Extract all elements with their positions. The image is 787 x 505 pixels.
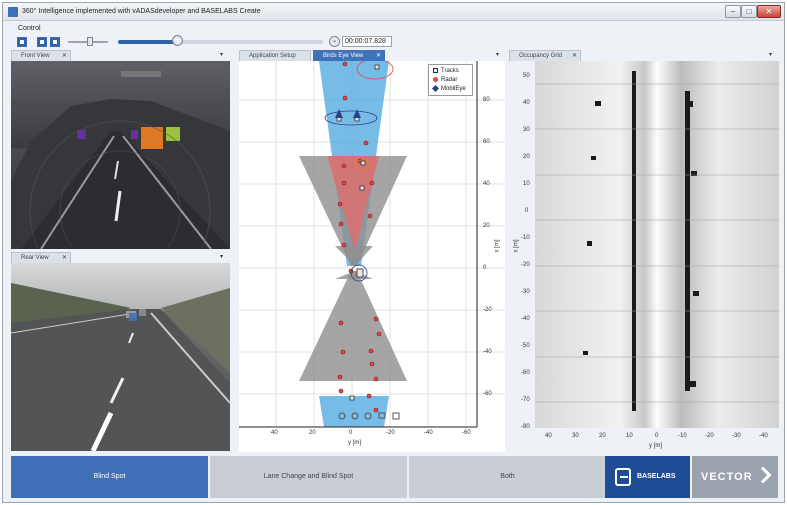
bev-x-tick: -40	[483, 349, 492, 355]
bev-legend: Tracks Radar MobilEye	[428, 64, 473, 96]
og-x-tick: -20	[521, 262, 530, 268]
vector-logo-text: VECTOR	[701, 471, 753, 483]
rear-camera-image	[11, 263, 230, 451]
tab-front-view[interactable]: Front View ✕	[11, 50, 71, 61]
occupancy-menu-icon[interactable]: ▾	[769, 51, 772, 58]
bev-y-tick: -60	[462, 430, 471, 436]
tracks-legend-icon	[433, 68, 438, 73]
mobileye-legend-icon	[431, 84, 440, 93]
og-x-tick: 0	[525, 208, 529, 214]
og-x-tick: 50	[523, 73, 530, 79]
rear-camera-scene	[11, 283, 230, 451]
occupancy-grid-plot	[535, 61, 779, 428]
og-y-tick: 20	[599, 433, 606, 439]
og-x-tick: -30	[521, 289, 530, 295]
time-dropdown-icon[interactable]: ⌄	[329, 36, 340, 47]
bev-y-tick: 0	[349, 430, 353, 436]
minimize-button[interactable]: –	[725, 5, 741, 18]
close-button[interactable]: ✕	[757, 5, 781, 18]
og-x-tick: 40	[523, 100, 530, 106]
pause-button[interactable]	[50, 37, 60, 47]
og-x-tick: -50	[521, 343, 530, 349]
tab-application-setup-label: Application Setup	[249, 53, 296, 59]
og-y-tick: 10	[626, 433, 633, 439]
both-button[interactable]: Both	[409, 456, 606, 498]
rear-view-menu-icon[interactable]: ▾	[220, 253, 223, 260]
bev-x-tick: 0	[483, 265, 487, 271]
og-x-tick: -10	[521, 235, 530, 241]
bev-x-tick: 20	[483, 223, 490, 229]
baselabs-logo: BASELABS	[605, 456, 690, 498]
birds-eye-plot	[239, 58, 505, 428]
bev-x-tick: 60	[483, 139, 490, 145]
birds-eye-view	[239, 58, 505, 452]
time-display: 00:00:07.828	[342, 36, 392, 47]
bev-y-tick: -40	[424, 430, 433, 436]
og-x-tick: -60	[521, 370, 530, 376]
app-window: 360° Intelligence implemented with vADAS…	[2, 2, 785, 503]
occupancy-grid-image	[535, 61, 779, 428]
step-play-button[interactable]	[37, 37, 47, 47]
playback-progress[interactable]	[118, 40, 323, 44]
og-y-tick: 40	[545, 433, 552, 439]
bev-y-tick: 20	[309, 430, 316, 436]
maximize-button[interactable]: □	[741, 5, 757, 18]
og-y-tick: 30	[572, 433, 579, 439]
playback-progress-fill	[118, 40, 180, 44]
tab-birds-eye-view-label: Birds Eye View	[323, 53, 364, 59]
og-x-tick: 10	[523, 181, 530, 187]
window-title: 360° Intelligence implemented with vADAS…	[22, 8, 261, 15]
speed-slider-thumb[interactable]	[87, 37, 93, 46]
og-x-tick: -70	[521, 397, 530, 403]
front-view-menu-icon[interactable]: ▾	[220, 51, 223, 58]
og-y-tick: -10	[678, 433, 687, 439]
og-x-tick: 30	[523, 127, 530, 133]
tab-occupancy-grid[interactable]: Occupancy Grid ✕	[509, 50, 581, 61]
tab-front-view-label: Front View	[21, 53, 50, 59]
tab-rear-view-label: Rear View	[21, 255, 49, 261]
playback-thumb[interactable]	[172, 35, 183, 46]
og-x-tick: -80	[521, 424, 530, 430]
blind-spot-button[interactable]: Blind Spot	[11, 456, 208, 498]
vector-logo: VECTOR	[692, 456, 778, 498]
bev-x-axis-label: x [m]	[494, 239, 501, 253]
bev-x-tick: 40	[483, 181, 490, 187]
legend-tracks: Tracks	[441, 68, 459, 75]
bev-y-tick: 40	[271, 430, 278, 436]
legend-mobileye: MobilEye	[441, 86, 466, 93]
radar-legend-icon	[433, 77, 438, 82]
mode-bar: Blind Spot Lane Change and Blind Spot Bo…	[3, 454, 784, 502]
tab-birds-eye-view[interactable]: Birds Eye View ✕	[313, 50, 385, 61]
app-icon	[8, 7, 18, 17]
bev-y-tick: -20	[386, 430, 395, 436]
birds-eye-menu-icon[interactable]: ▾	[496, 51, 499, 58]
front-camera-image	[11, 61, 230, 249]
baselabs-logo-text: BASELABS	[637, 473, 676, 480]
front-camera-scene	[11, 71, 230, 249]
bev-x-tick: 80	[483, 97, 490, 103]
og-y-tick: 0	[655, 433, 659, 439]
og-x-tick: -40	[521, 316, 530, 322]
baselabs-mark-icon	[615, 468, 631, 486]
control-label: Control	[18, 25, 41, 32]
bev-x-tick: -60	[483, 391, 492, 397]
bev-x-tick: -20	[483, 307, 492, 313]
og-y-tick: -30	[732, 433, 741, 439]
title-bar: 360° Intelligence implemented with vADAS…	[3, 3, 784, 21]
stop-button[interactable]	[17, 37, 27, 47]
og-y-axis-label: y [m]	[649, 443, 662, 449]
bev-y-axis-label: y [m]	[348, 440, 361, 446]
og-x-axis-label: x [m]	[513, 239, 520, 253]
tab-application-setup[interactable]: Application Setup	[239, 50, 311, 61]
og-y-tick: -20	[705, 433, 714, 439]
og-x-tick: 20	[523, 154, 530, 160]
tab-rear-view[interactable]: Rear View ✕	[11, 252, 71, 263]
og-y-tick: -40	[759, 433, 768, 439]
tab-occupancy-grid-label: Occupancy Grid	[519, 53, 563, 59]
lane-change-button[interactable]: Lane Change and Blind Spot	[210, 456, 407, 498]
legend-radar: Radar	[441, 77, 458, 84]
chevron-right-icon	[754, 466, 772, 484]
